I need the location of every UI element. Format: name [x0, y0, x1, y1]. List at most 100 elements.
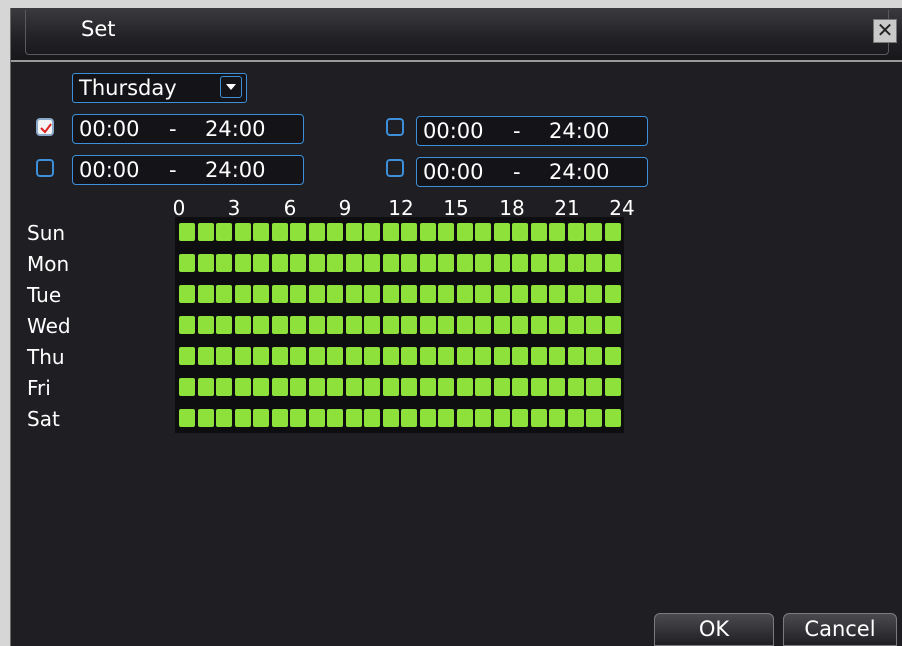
- schedule-cell[interactable]: [290, 254, 306, 272]
- schedule-cell[interactable]: [438, 285, 454, 303]
- schedule-cell[interactable]: [216, 285, 232, 303]
- schedule-cell[interactable]: [567, 285, 584, 303]
- schedule-cell[interactable]: [271, 347, 288, 365]
- schedule-cell[interactable]: [604, 347, 621, 365]
- schedule-cell[interactable]: [345, 409, 362, 427]
- schedule-cell[interactable]: [586, 223, 602, 241]
- schedule-grid[interactable]: [175, 217, 624, 433]
- period-3-checkbox[interactable]: [386, 118, 404, 136]
- schedule-cell[interactable]: [493, 409, 510, 427]
- schedule-cell[interactable]: [327, 347, 343, 365]
- schedule-cell[interactable]: [364, 347, 380, 365]
- schedule-cell[interactable]: [290, 347, 306, 365]
- schedule-cell[interactable]: [345, 285, 362, 303]
- schedule-cell[interactable]: [179, 254, 195, 272]
- schedule-cell[interactable]: [419, 223, 436, 241]
- schedule-cell[interactable]: [549, 378, 565, 396]
- period-2-checkbox[interactable]: [36, 159, 54, 177]
- schedule-cell[interactable]: [586, 378, 602, 396]
- schedule-cell[interactable]: [401, 254, 417, 272]
- schedule-cell[interactable]: [197, 254, 214, 272]
- schedule-cell[interactable]: [253, 347, 269, 365]
- period-4-checkbox[interactable]: [386, 159, 404, 177]
- schedule-cell[interactable]: [197, 378, 214, 396]
- schedule-cell[interactable]: [216, 378, 232, 396]
- schedule-cell[interactable]: [549, 316, 565, 334]
- schedule-cell[interactable]: [567, 409, 584, 427]
- schedule-cell[interactable]: [401, 347, 417, 365]
- schedule-cell[interactable]: [456, 285, 473, 303]
- schedule-cell[interactable]: [567, 316, 584, 334]
- schedule-cell[interactable]: [253, 409, 269, 427]
- schedule-cell[interactable]: [475, 409, 491, 427]
- schedule-cell[interactable]: [475, 254, 491, 272]
- schedule-cell[interactable]: [401, 378, 417, 396]
- schedule-cell[interactable]: [271, 285, 288, 303]
- schedule-cell[interactable]: [234, 347, 251, 365]
- schedule-cell[interactable]: [493, 378, 510, 396]
- schedule-cell[interactable]: [364, 254, 380, 272]
- schedule-cell[interactable]: [438, 254, 454, 272]
- schedule-cell[interactable]: [234, 316, 251, 334]
- schedule-cell[interactable]: [401, 223, 417, 241]
- schedule-cell[interactable]: [438, 409, 454, 427]
- schedule-cell[interactable]: [401, 316, 417, 334]
- schedule-cell[interactable]: [475, 223, 491, 241]
- schedule-cell[interactable]: [456, 254, 473, 272]
- schedule-cell[interactable]: [604, 223, 621, 241]
- schedule-cell[interactable]: [382, 378, 399, 396]
- schedule-cell[interactable]: [364, 409, 380, 427]
- schedule-cell[interactable]: [438, 316, 454, 334]
- schedule-cell[interactable]: [512, 378, 528, 396]
- schedule-cell[interactable]: [512, 223, 528, 241]
- schedule-cell[interactable]: [549, 347, 565, 365]
- period-4-time-field[interactable]: 00:00 - 24:00: [416, 157, 648, 187]
- schedule-cell[interactable]: [327, 285, 343, 303]
- schedule-cell[interactable]: [308, 409, 325, 427]
- schedule-cell[interactable]: [549, 409, 565, 427]
- schedule-cell[interactable]: [234, 378, 251, 396]
- schedule-cell[interactable]: [512, 409, 528, 427]
- schedule-cell[interactable]: [179, 223, 195, 241]
- schedule-cell[interactable]: [493, 254, 510, 272]
- period-3-time-field[interactable]: 00:00 - 24:00: [416, 116, 648, 146]
- schedule-cell[interactable]: [327, 409, 343, 427]
- schedule-cell[interactable]: [604, 254, 621, 272]
- schedule-cell[interactable]: [493, 347, 510, 365]
- schedule-cell[interactable]: [567, 254, 584, 272]
- schedule-cell[interactable]: [234, 409, 251, 427]
- schedule-cell[interactable]: [253, 285, 269, 303]
- schedule-cell[interactable]: [419, 347, 436, 365]
- schedule-row-mon[interactable]: [175, 250, 624, 280]
- schedule-cell[interactable]: [530, 347, 547, 365]
- schedule-cell[interactable]: [308, 378, 325, 396]
- schedule-cell[interactable]: [308, 254, 325, 272]
- schedule-cell[interactable]: [456, 409, 473, 427]
- schedule-cell[interactable]: [419, 285, 436, 303]
- schedule-cell[interactable]: [308, 285, 325, 303]
- schedule-cell[interactable]: [345, 223, 362, 241]
- schedule-cell[interactable]: [216, 409, 232, 427]
- schedule-cell[interactable]: [327, 254, 343, 272]
- schedule-cell[interactable]: [197, 316, 214, 334]
- schedule-cell[interactable]: [179, 316, 195, 334]
- schedule-cell[interactable]: [456, 316, 473, 334]
- schedule-cell[interactable]: [290, 378, 306, 396]
- schedule-cell[interactable]: [382, 223, 399, 241]
- schedule-cell[interactable]: [364, 316, 380, 334]
- schedule-cell[interactable]: [586, 254, 602, 272]
- schedule-cell[interactable]: [290, 285, 306, 303]
- schedule-cell[interactable]: [530, 285, 547, 303]
- schedule-cell[interactable]: [530, 378, 547, 396]
- schedule-cell[interactable]: [475, 316, 491, 334]
- dropdown-arrow-button[interactable]: [220, 76, 242, 98]
- schedule-cell[interactable]: [382, 409, 399, 427]
- schedule-cell[interactable]: [586, 347, 602, 365]
- schedule-cell[interactable]: [179, 409, 195, 427]
- period-2-time-field[interactable]: 00:00 - 24:00: [72, 155, 304, 185]
- schedule-cell[interactable]: [234, 254, 251, 272]
- schedule-cell[interactable]: [493, 285, 510, 303]
- schedule-cell[interactable]: [197, 285, 214, 303]
- schedule-cell[interactable]: [253, 378, 269, 396]
- schedule-cell[interactable]: [197, 223, 214, 241]
